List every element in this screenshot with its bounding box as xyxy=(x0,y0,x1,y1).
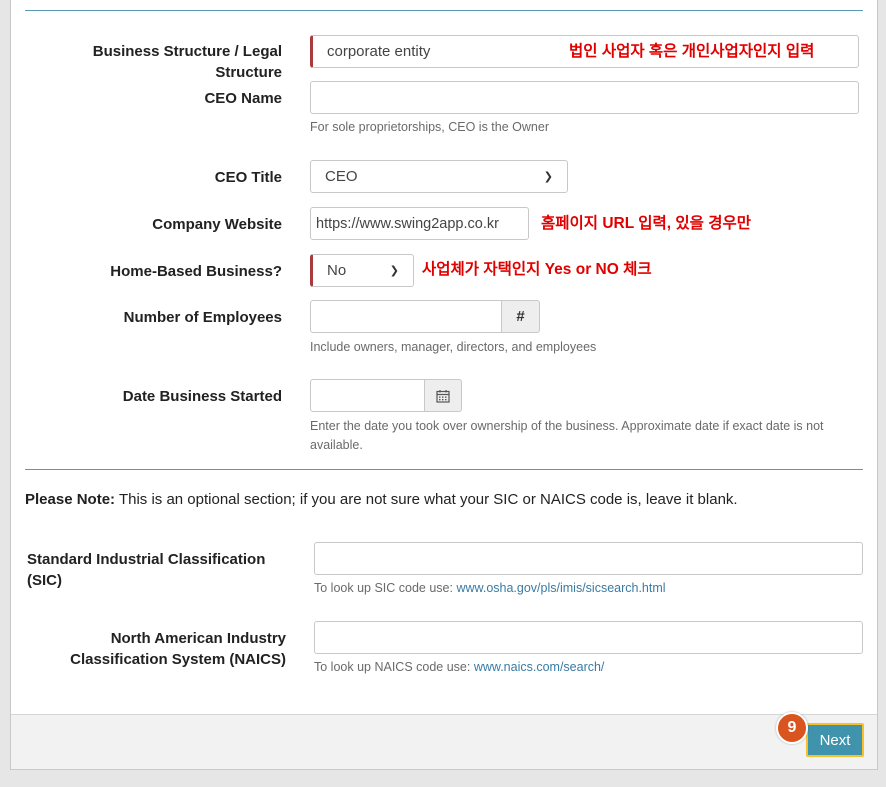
company-website-input[interactable]: https://www.swing2app.co.kr xyxy=(310,207,529,240)
date-started-help: Enter the date you took over ownership o… xyxy=(310,419,824,452)
home-based-label: Home-Based Business? xyxy=(110,263,282,280)
hash-icon: # xyxy=(501,300,540,333)
company-website-annotation: 홈페이지 URL 입력, 있을 경우만 xyxy=(541,215,751,232)
employees-help: Include owners, manager, directors, and … xyxy=(310,340,597,354)
employees-label: Number of Employees xyxy=(123,309,282,326)
calendar-icon-glyph xyxy=(436,389,450,403)
section-divider xyxy=(25,469,863,470)
company-website-label: Company Website xyxy=(152,216,282,233)
sic-help: To look up SIC code use: www.osha.gov/pl… xyxy=(314,579,666,598)
employees-input[interactable] xyxy=(310,300,502,333)
ceo-title-select[interactable]: CEO ❯ xyxy=(310,160,568,193)
naics-label-line1: North American Industry xyxy=(110,630,286,647)
ceo-name-label: CEO Name xyxy=(204,90,282,107)
naics-label-line2: Classification System (NAICS) xyxy=(70,651,286,668)
sic-lookup-link[interactable]: www.osha.gov/pls/imis/sicsearch.html xyxy=(456,581,665,595)
calendar-icon[interactable] xyxy=(424,379,462,412)
sic-help-prefix: To look up SIC code use: xyxy=(314,581,457,595)
top-divider xyxy=(25,10,863,11)
naics-label: North American Industry Classification S… xyxy=(25,628,286,670)
chevron-down-icon: ❯ xyxy=(389,265,399,277)
business-structure-annotation: 법인 사업자 혹은 개인사업자인지 입력 xyxy=(569,43,815,60)
naics-lookup-link[interactable]: www.naics.com/search/ xyxy=(474,660,605,674)
ceo-title-label: CEO Title xyxy=(214,169,282,186)
naics-help-prefix: To look up NAICS code use: xyxy=(314,660,474,674)
optional-section-note: Please Note: This is an optional section… xyxy=(25,491,738,508)
home-based-annotation: 사업체가 자택인지 Yes or NO 체크 xyxy=(422,261,652,278)
form-panel: Business Structure / Legal Structure cor… xyxy=(10,0,878,770)
ceo-name-input[interactable] xyxy=(310,81,859,114)
step-number-badge: 9 xyxy=(776,712,808,744)
ceo-name-help: For sole proprietorships, CEO is the Own… xyxy=(310,120,549,134)
business-structure-label: Business Structure / Legal Structure xyxy=(92,43,282,81)
please-note-text: This is an optional section; if you are … xyxy=(115,491,738,508)
naics-input[interactable] xyxy=(314,621,863,654)
form-footer: Next 9 xyxy=(11,712,877,769)
home-based-selected: No xyxy=(327,262,347,279)
chevron-down-icon: ❯ xyxy=(543,171,553,183)
home-based-select[interactable]: No ❯ xyxy=(310,254,414,287)
sic-input[interactable] xyxy=(314,542,863,575)
date-started-input[interactable] xyxy=(310,379,425,412)
date-started-label: Date Business Started xyxy=(122,388,282,405)
naics-help: To look up NAICS code use: www.naics.com… xyxy=(314,658,604,677)
next-button[interactable]: Next xyxy=(806,723,864,757)
ceo-title-selected: CEO xyxy=(325,168,358,185)
please-note-bold: Please Note: xyxy=(25,491,116,508)
sic-label: Standard Industrial Classification (SIC) xyxy=(27,551,266,589)
